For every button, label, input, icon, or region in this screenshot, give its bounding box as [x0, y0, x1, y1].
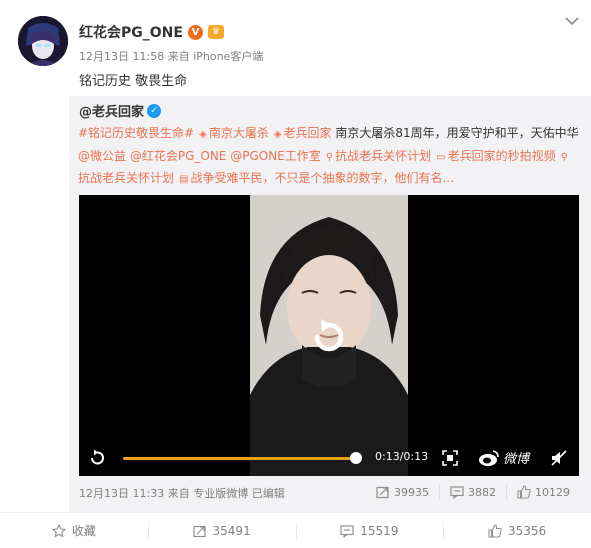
- edited-label[interactable]: 已编辑: [252, 487, 285, 500]
- repost-count: 35491: [212, 523, 251, 538]
- original-repost-count: 39935: [394, 485, 429, 499]
- original-text: #铭记历史敬畏生命# ◈ 南京大屠杀 ◈ 老兵回家 南京大屠杀81周年，用爱守护和平，天…: [78, 123, 581, 191]
- original-comment-button[interactable]: 3882: [439, 485, 506, 499]
- video-player[interactable]: 0:13/0:13 微博: [79, 195, 579, 476]
- topic-link[interactable]: #铭记历史敬畏生命#: [78, 126, 194, 140]
- original-meta: 12月13日 11:33 来自 专业版微博 已编辑: [79, 485, 285, 501]
- original-repost-button[interactable]: 39935: [366, 485, 439, 499]
- post-text: 铭记历史 敬畏生命: [79, 74, 188, 89]
- weibo-post-card: 红花会PG_ONE V ♛ 12月13日 11:58 来自 iPhone客户端 …: [0, 0, 591, 548]
- thumbs-up-icon: [488, 523, 502, 538]
- original-comment-count: 3882: [468, 485, 496, 499]
- comment-icon: [450, 486, 464, 499]
- topic-link[interactable]: 老兵回家: [284, 126, 332, 140]
- video-controls: 0:13/0:13 微博: [79, 442, 579, 476]
- like-count: 35356: [508, 523, 547, 538]
- member-crown-icon[interactable]: ♛: [207, 25, 224, 39]
- vip-badge-icon[interactable]: V: [187, 24, 203, 40]
- video-time: 0:13/0:13: [375, 450, 429, 463]
- text-fragment: 南京大屠杀81周年，用爱守护和平，天佑中华: [331, 126, 579, 140]
- document-icon: ▤: [179, 174, 189, 185]
- chevron-down-icon[interactable]: [565, 16, 579, 26]
- mention-link[interactable]: @微公益: [78, 149, 126, 163]
- weibo-brand: 微博: [503, 452, 530, 467]
- link-icon: ⚲: [325, 151, 334, 163]
- original-timestamp[interactable]: 12月13日 11:33: [79, 487, 164, 500]
- video-link[interactable]: 老兵回家的秒拍视频: [448, 149, 556, 163]
- fullscreen-icon[interactable]: [442, 450, 458, 466]
- username[interactable]: 红花会PG_ONE: [79, 22, 183, 42]
- repost-icon: [376, 486, 389, 499]
- progress-bar[interactable]: [123, 457, 357, 460]
- article-link[interactable]: 战争受难平民，不只是个抽象的数字，他们有名...: [190, 171, 453, 185]
- weibo-eye-icon: [479, 449, 499, 466]
- weibo-logo: 微博: [478, 448, 529, 467]
- comment-count: 15519: [360, 523, 399, 538]
- link-icon: ⚲: [560, 151, 568, 163]
- video-icon: ▭: [436, 151, 446, 163]
- post-meta: 12月13日 11:58 来自 iPhone客户端: [79, 48, 263, 64]
- location-icon: ◈: [199, 129, 207, 140]
- verified-icon: ✓: [147, 103, 162, 118]
- star-icon: [51, 523, 66, 538]
- tag-link[interactable]: 抗战老兵关怀计划: [335, 149, 431, 163]
- replay-icon[interactable]: [303, 311, 355, 363]
- action-bar: 收藏 35491 15519 35356: [0, 512, 591, 548]
- replay-small-icon[interactable]: [87, 448, 107, 468]
- mention-link[interactable]: @PGONE工作室: [230, 149, 321, 163]
- original-like-button[interactable]: 10129: [506, 485, 580, 499]
- volume-mute-icon[interactable]: [550, 449, 568, 467]
- repost-icon: [192, 525, 206, 537]
- like-button[interactable]: 35356: [443, 513, 591, 548]
- location-icon: ◈: [273, 129, 282, 140]
- post-source[interactable]: 来自 iPhone客户端: [168, 50, 264, 63]
- comment-icon: [340, 524, 354, 538]
- comment-button[interactable]: 15519: [295, 513, 444, 548]
- mention-link[interactable]: @红花会PG_ONE: [130, 149, 227, 163]
- avatar[interactable]: [18, 16, 68, 66]
- original-source[interactable]: 来自 专业版微博: [168, 487, 249, 500]
- repost-button[interactable]: 35491: [147, 513, 296, 548]
- tag-link[interactable]: 抗战老兵关怀计划: [78, 171, 174, 185]
- progress-handle[interactable]: [350, 452, 362, 464]
- topic-link[interactable]: 南京大屠杀: [209, 126, 269, 140]
- original-actions: 39935 3882 10129: [366, 485, 580, 499]
- original-user[interactable]: @老兵回家: [79, 101, 144, 120]
- favorite-button[interactable]: 收藏: [0, 513, 148, 548]
- post-timestamp[interactable]: 12月13日 11:58: [79, 50, 164, 63]
- favorite-label: 收藏: [71, 524, 96, 538]
- original-like-count: 10129: [535, 485, 570, 499]
- thumbs-up-icon: [517, 485, 531, 499]
- repost-box: @老兵回家 ✓ #铭记历史敬畏生命# ◈ 南京大屠杀 ◈ 老兵回家 南京大屠杀81周年，…: [69, 96, 591, 512]
